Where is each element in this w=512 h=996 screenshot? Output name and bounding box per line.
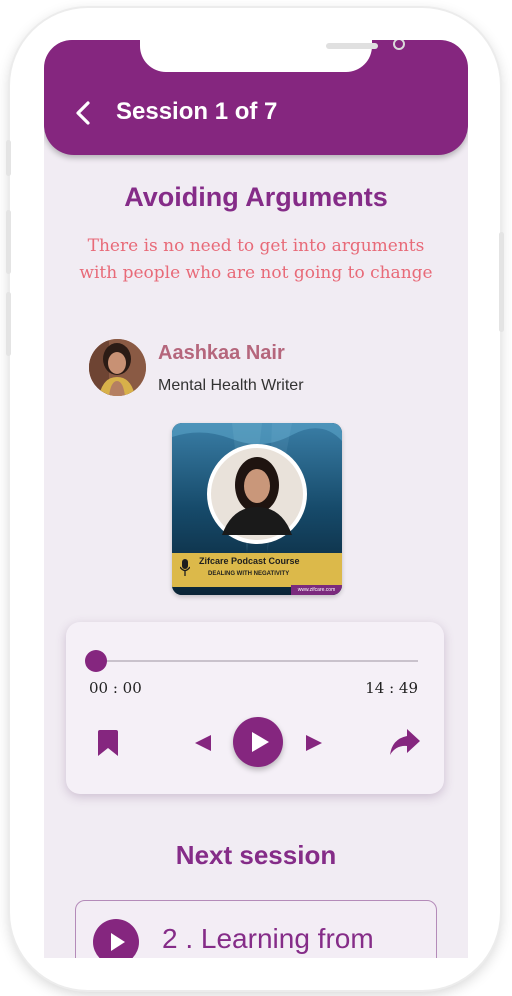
next-session-play-button[interactable] <box>93 919 139 958</box>
play-button[interactable] <box>233 717 283 767</box>
play-icon <box>111 933 125 951</box>
audio-player: 00 : 00 14 : 49 <box>66 622 444 794</box>
bookmark-button[interactable] <box>97 729 119 757</box>
progress-track[interactable] <box>96 660 418 662</box>
phone-notch <box>140 40 405 72</box>
speaker-grille <box>326 43 378 49</box>
cover-subtitle: DEALING WITH NEGATIVITY <box>208 571 290 577</box>
podcast-cover: Zifcare Podcast Course DEALING WITH NEGA… <box>172 423 342 595</box>
volume-down-button <box>6 292 11 356</box>
session-quote: There is no need to get into arguments w… <box>79 236 433 283</box>
author-avatar <box>89 339 146 396</box>
cover-title: Zifcare Podcast Course <box>199 556 300 566</box>
previous-icon <box>195 735 211 751</box>
microphone-icon <box>180 559 190 576</box>
next-button[interactable] <box>304 733 324 753</box>
total-time: 14 : 49 <box>365 679 418 697</box>
bookmark-icon <box>98 730 118 756</box>
author-role: Mental Health Writer <box>158 377 304 394</box>
back-button[interactable] <box>72 100 96 126</box>
next-session-title: 2 . Learning from negative situations <box>162 923 374 954</box>
progress-thumb[interactable] <box>85 650 107 672</box>
app-screen: Session 1 of 7 Avoiding Arguments There … <box>44 40 468 958</box>
previous-button[interactable] <box>193 733 213 753</box>
session-title: Session 1 of 7 <box>116 98 278 125</box>
author-photo <box>89 339 146 396</box>
page-title: Avoiding Arguments <box>124 182 388 212</box>
volume-up-button <box>6 210 11 274</box>
share-icon <box>390 729 420 755</box>
play-icon <box>252 732 269 752</box>
power-button <box>499 232 504 332</box>
chevron-left-icon <box>76 101 90 125</box>
share-button[interactable] <box>389 727 421 757</box>
side-button <box>6 140 11 176</box>
cover-url: www.zifcare.com <box>291 585 342 595</box>
next-icon <box>306 735 322 751</box>
author-name[interactable]: Aashkaa Nair <box>158 342 285 365</box>
next-session-heading: Next session <box>175 840 337 870</box>
next-session-card[interactable]: 2 . Learning from negative situations <box>75 900 437 958</box>
current-time: 00 : 00 <box>89 679 142 697</box>
